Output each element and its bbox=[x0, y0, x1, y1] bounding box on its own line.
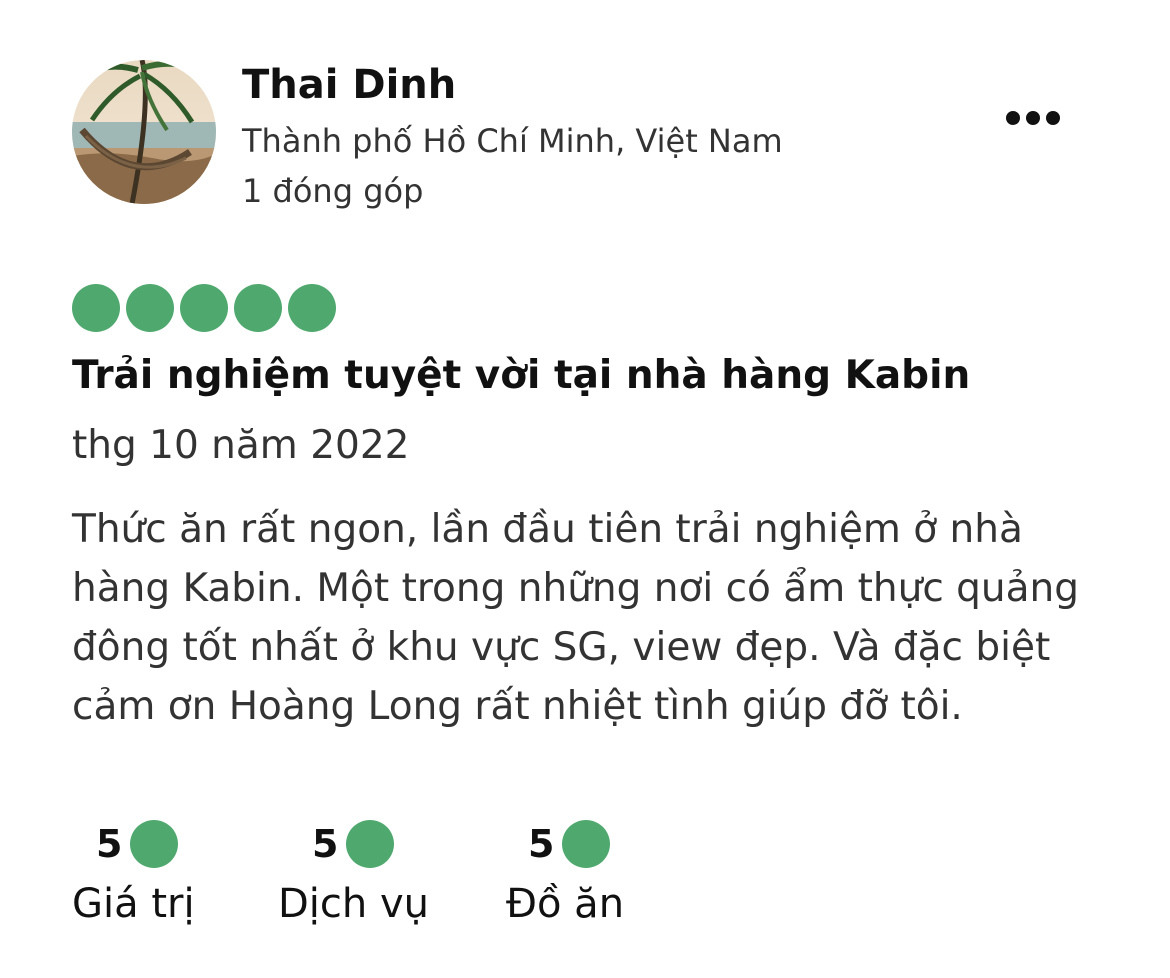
review-card: Thai Dinh Thành phố Hồ Chí Minh, Việt Na… bbox=[0, 0, 1170, 978]
rating-bubble-icon bbox=[180, 284, 228, 332]
rating-bubble-icon bbox=[126, 284, 174, 332]
review-date: thg 10 năm 2022 bbox=[72, 423, 410, 468]
rating-bubble-icon bbox=[346, 820, 395, 868]
more-horizontal-icon bbox=[1006, 111, 1020, 125]
subrating-label: Đồ ăn bbox=[506, 881, 625, 927]
rating-bubbles bbox=[72, 284, 336, 332]
review-body: Thức ăn rất ngon, lần đầu tiên trải nghi… bbox=[72, 507, 1080, 729]
beach-hammock-photo bbox=[72, 60, 216, 204]
rating-bubble-icon bbox=[562, 820, 611, 868]
subrating-food-label-wrap: Đồ ăn bbox=[506, 872, 624, 934]
subrating-label: Dịch vụ bbox=[278, 881, 429, 927]
more-options-button[interactable] bbox=[1000, 96, 1066, 140]
subrating-service-label-wrap: Dịch vụ bbox=[278, 872, 429, 934]
rating-bubble-icon bbox=[288, 284, 336, 332]
rating-bubble-icon bbox=[72, 284, 120, 332]
rating-bubble-icon bbox=[130, 820, 179, 868]
user-location: Thành phố Hồ Chí Minh, Việt Nam bbox=[242, 122, 783, 160]
more-horizontal-icon-dot bbox=[1046, 111, 1060, 125]
user-name[interactable]: Thai Dinh bbox=[242, 60, 456, 110]
subrating-value-label-wrap: Giá trị bbox=[72, 872, 195, 934]
subrating-score: 5 bbox=[96, 822, 123, 866]
subrating-score: 5 bbox=[528, 822, 555, 866]
subrating-service: 5 bbox=[312, 818, 395, 870]
more-horizontal-icon-dot bbox=[1026, 111, 1040, 125]
user-contributions: 1 đóng góp bbox=[242, 172, 424, 210]
rating-bubble-icon bbox=[234, 284, 282, 332]
subrating-value: 5 bbox=[96, 818, 179, 870]
subrating-food: 5 bbox=[528, 818, 611, 870]
subrating-score: 5 bbox=[312, 822, 339, 866]
review-title[interactable]: Trải nghiệm tuyệt vời tại nhà hàng Kabin bbox=[72, 350, 970, 402]
subrating-label: Giá trị bbox=[72, 881, 195, 927]
avatar[interactable] bbox=[72, 60, 216, 204]
